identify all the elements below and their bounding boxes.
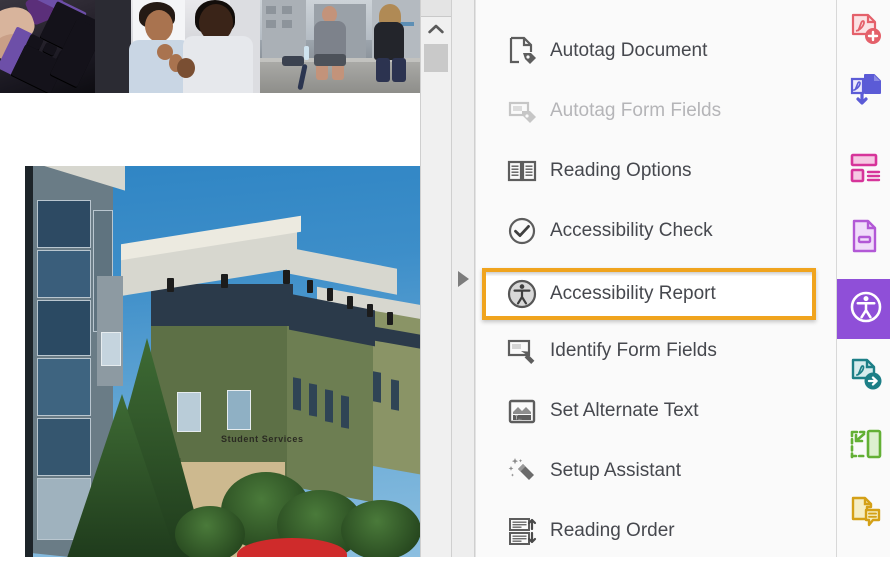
menu-item-identify-form-fields[interactable]: Identify Form Fields (476, 321, 836, 381)
compare-files-icon (849, 428, 883, 467)
rail-button-edit-pdf[interactable] (837, 208, 890, 268)
create-pdf-icon (849, 13, 883, 52)
menu-item-reading-options[interactable]: Reading Options (476, 141, 836, 201)
banner-cell-outdoor (260, 0, 420, 93)
app-root: Student Services Autotag Document Autota… (0, 0, 890, 557)
identify-form-fields-icon (502, 331, 542, 371)
menu-item-label: Accessibility Report (550, 283, 716, 304)
svg-text:T...: T... (515, 415, 522, 421)
page-scrollbar[interactable] (420, 0, 452, 557)
page-whitespace (0, 93, 420, 166)
export-pdf-icon (849, 73, 883, 112)
edit-pdf-icon (849, 219, 883, 258)
scroll-thumb[interactable] (424, 44, 448, 72)
autotag-form-fields-icon (502, 91, 542, 131)
scrollbar-top-box (421, 0, 451, 17)
organize-pages-icon (849, 151, 883, 190)
menu-item-set-alternate-text[interactable]: T... Set Alternate Text (476, 381, 836, 441)
menu-item-label: Reading Options (550, 160, 692, 181)
setup-assistant-icon (502, 451, 542, 491)
autotag-document-icon (502, 31, 542, 71)
accessibility-report-icon (502, 274, 542, 314)
menu-item-label: Set Alternate Text (550, 400, 699, 421)
banner-cell-keyboard (0, 0, 95, 93)
menu-item-autotag-document[interactable]: Autotag Document (476, 21, 836, 81)
rail-button-comment[interactable] (837, 485, 890, 545)
menu-item-setup-assistant[interactable]: Setup Assistant (476, 441, 836, 501)
menu-item-label: Setup Assistant (550, 460, 681, 481)
triangle-right-icon[interactable] (457, 270, 469, 287)
menu-item-accessibility-check[interactable]: Accessibility Check (476, 201, 836, 261)
menu-item-label: Autotag Document (550, 40, 708, 61)
rail-button-create-pdf[interactable] (837, 2, 890, 62)
campus-photo: Student Services (25, 166, 420, 557)
accessibility-check-icon (502, 211, 542, 251)
send-for-review-icon (849, 358, 883, 397)
reading-options-icon (502, 151, 542, 191)
scroll-up-chevron-icon[interactable] (421, 16, 451, 42)
banner-image (0, 0, 420, 93)
reading-order-icon (502, 511, 542, 551)
banner-cell-conversation (95, 0, 260, 93)
rail-button-organize-pages[interactable] (837, 140, 890, 200)
rail-button-export-pdf[interactable] (837, 62, 890, 122)
comment-icon (849, 496, 883, 535)
menu-item-label: Reading Order (550, 520, 675, 541)
menu-item-reading-order[interactable]: Reading Order (476, 501, 836, 561)
rail-button-send-for-review[interactable] (837, 347, 890, 407)
accessibility-menu: Autotag Document Autotag Form Fields Rea… (475, 0, 836, 557)
set-alternate-text-icon: T... (502, 391, 542, 431)
menu-item-label: Autotag Form Fields (550, 100, 722, 121)
rail-button-compare-files[interactable] (837, 417, 890, 477)
menu-item-accessibility-report[interactable]: Accessibility Report (476, 264, 836, 324)
panel-expander[interactable] (452, 0, 475, 557)
menu-item-label: Identify Form Fields (550, 340, 717, 361)
menu-item-label: Accessibility Check (550, 220, 713, 241)
menu-item-autotag-form-fields[interactable]: Autotag Form Fields (476, 81, 836, 141)
rail-button-accessibility[interactable] (837, 279, 890, 339)
accessibility-icon (848, 289, 884, 330)
pdf-document-page[interactable]: Student Services (0, 0, 420, 557)
building-sign: Student Services (221, 434, 304, 444)
tools-rail (836, 0, 890, 557)
